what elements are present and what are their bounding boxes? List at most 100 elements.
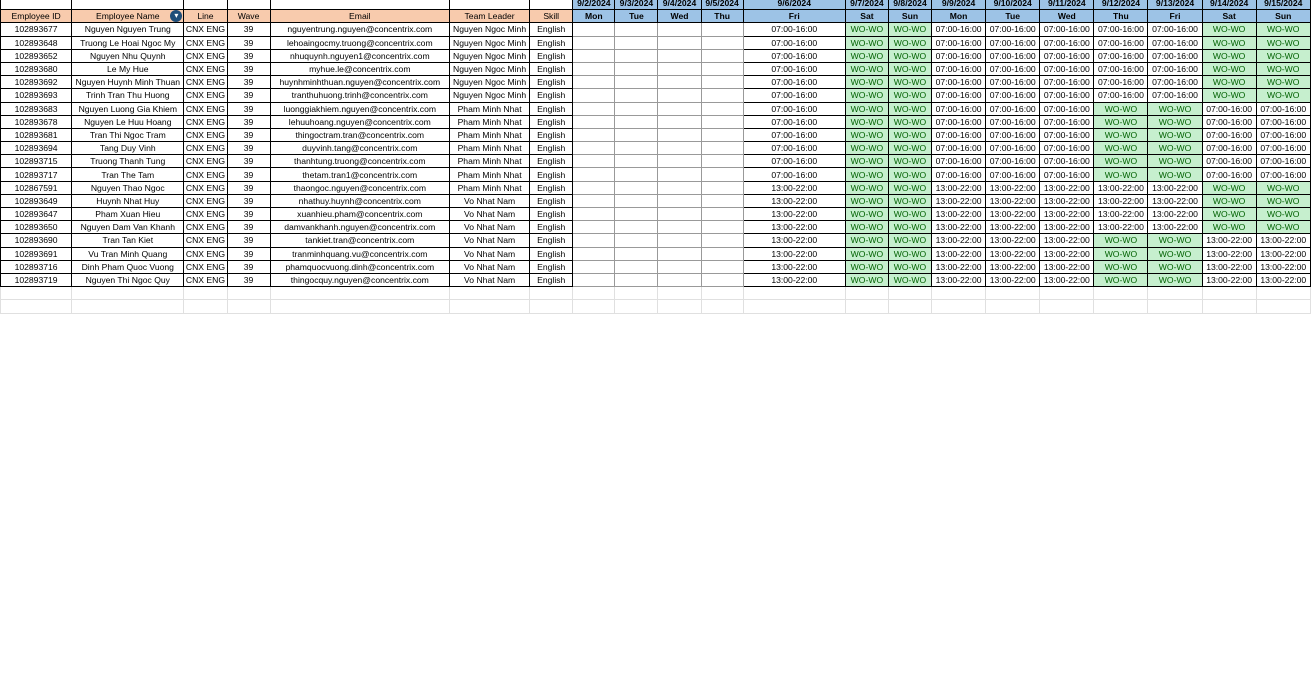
table-row[interactable]: 102893678 Nguyen Le Huu Hoang CNX ENG 39 leh… [0,114,1311,129]
team-leader-cell[interactable]: Vo Nhat Nam [448,259,531,274]
day-off-cell[interactable]: WO-WO [887,88,933,103]
employee-name-cell[interactable]: Tran Thi Ngoc Tram [71,127,185,143]
shift-cell[interactable] [657,272,702,288]
employee-name-cell[interactable]: Huynh Nhat Huy [71,193,185,209]
wave-cell[interactable]: 39 [226,154,271,169]
shift-cell[interactable] [700,272,744,288]
day-off-cell[interactable]: WO-WO [1201,22,1257,37]
shift-cell[interactable]: 13:00-22:00 [985,220,1041,235]
empty-cell[interactable] [1147,286,1203,301]
shift-cell[interactable]: 07:00-16:00 [931,88,987,103]
shift-cell[interactable] [657,127,702,143]
empty-cell[interactable] [931,286,987,301]
empty-cell[interactable] [1093,299,1149,314]
table-row[interactable]: 102893650 Nguyen Dam Van Khanh CNX ENG 39 da… [0,220,1311,235]
day-off-cell[interactable]: WO-WO [1093,127,1149,143]
shift-cell[interactable]: 07:00-16:00 [1147,48,1203,63]
skill-cell[interactable]: English [529,233,574,248]
shift-cell[interactable]: 13:00-22:00 [931,259,987,274]
blank-header-cell[interactable] [448,0,531,11]
line-cell[interactable]: CNX ENG [183,22,228,37]
shift-cell[interactable]: 07:00-16:00 [1093,88,1149,103]
team-leader-cell[interactable]: Vo Nhat Nam [448,233,531,248]
empty-cell[interactable] [700,286,744,301]
weekday-cell[interactable]: Tue [985,9,1041,24]
shift-cell[interactable] [614,259,659,274]
shift-cell[interactable] [614,272,659,288]
shift-cell[interactable]: 07:00-16:00 [931,61,987,77]
shift-cell[interactable]: 07:00-16:00 [742,22,846,37]
day-off-cell[interactable]: WO-WO [844,154,889,169]
shift-cell[interactable] [700,246,744,261]
shift-cell[interactable]: 07:00-16:00 [1039,141,1095,156]
day-off-cell[interactable]: WO-WO [1147,246,1203,261]
wave-cell[interactable]: 39 [226,220,271,235]
shift-cell[interactable]: 13:00-22:00 [985,246,1041,261]
team-leader-cell[interactable]: Pham Minh Nhat [448,167,531,182]
employee-id-cell[interactable]: 102893647 [0,206,73,222]
shift-cell[interactable]: 07:00-16:00 [1255,101,1311,116]
shift-cell[interactable] [657,48,702,63]
skill-cell[interactable]: English [529,75,574,90]
skill-cell[interactable]: English [529,22,574,37]
wave-cell[interactable]: 39 [226,206,271,222]
weekday-cell[interactable]: Sun [887,9,933,24]
shift-cell[interactable] [614,127,659,143]
employee-name-cell[interactable]: Tran Tan Kiet [71,233,185,248]
shift-cell[interactable]: 07:00-16:00 [1093,48,1149,63]
header-team-leader[interactable]: Team Leader [448,9,531,24]
day-off-cell[interactable]: WO-WO [1255,35,1311,50]
empty-cell[interactable] [614,299,659,314]
email-cell[interactable]: phamquocvuong.dinh@concentrix.com [269,259,451,274]
shift-cell[interactable]: 07:00-16:00 [1201,154,1257,169]
weekday-cell[interactable]: Sat [844,9,889,24]
skill-cell[interactable]: English [529,272,574,288]
employee-name-cell[interactable]: Nguyen Nhu Quynh [71,48,185,63]
shift-cell[interactable]: 07:00-16:00 [931,101,987,116]
team-leader-cell[interactable]: Nguyen Ngoc Minh [448,88,531,103]
shift-cell[interactable] [700,193,744,209]
employee-name-cell[interactable]: Nguyen Thao Ngoc [71,180,185,195]
shift-cell[interactable]: 13:00-22:00 [1093,220,1149,235]
day-off-cell[interactable]: WO-WO [887,48,933,63]
wave-cell[interactable]: 39 [226,127,271,143]
table-row[interactable]: 102893681 Tran Thi Ngoc Tram CNX ENG 39 thin… [0,127,1311,143]
empty-cell[interactable] [742,286,846,301]
team-leader-cell[interactable]: Pham Minh Nhat [448,101,531,116]
table-row[interactable]: 102893652 Nguyen Nhu Quynh CNX ENG 39 nhuquy… [0,48,1311,63]
blank-header-cell[interactable] [0,0,73,11]
shift-cell[interactable] [657,193,702,209]
shift-cell[interactable]: 07:00-16:00 [1039,75,1095,90]
shift-cell[interactable]: 07:00-16:00 [931,141,987,156]
date-cell[interactable]: 9/14/2024 [1201,0,1257,11]
shift-cell[interactable]: 07:00-16:00 [1201,127,1257,143]
weekday-cell[interactable]: Sat [1201,9,1257,24]
shift-cell[interactable]: 07:00-16:00 [931,35,987,50]
day-off-cell[interactable]: WO-WO [1255,193,1311,209]
shift-cell[interactable] [572,220,616,235]
shift-cell[interactable]: 07:00-16:00 [985,61,1041,77]
shift-cell[interactable] [700,88,744,103]
empty-cell[interactable] [183,286,228,301]
wave-cell[interactable]: 39 [226,193,271,209]
shift-cell[interactable] [657,61,702,77]
shift-cell[interactable]: 07:00-16:00 [1201,167,1257,182]
employee-name-cell[interactable]: Nguyen Thi Ngoc Quy [71,272,185,288]
line-cell[interactable]: CNX ENG [183,75,228,90]
email-cell[interactable]: lehoaingocmy.truong@concentrix.com [269,35,451,50]
shift-cell[interactable]: 13:00-22:00 [1039,272,1095,288]
empty-cell[interactable] [183,299,228,314]
skill-cell[interactable]: English [529,127,574,143]
day-off-cell[interactable]: WO-WO [1255,61,1311,77]
employee-name-cell[interactable]: Vu Tran Minh Quang [71,246,185,261]
employee-id-cell[interactable]: 102893650 [0,220,73,235]
day-off-cell[interactable]: WO-WO [844,206,889,222]
header-skill[interactable]: Skill [529,9,574,24]
day-off-cell[interactable]: WO-WO [1201,206,1257,222]
day-off-cell[interactable]: WO-WO [1093,101,1149,116]
day-off-cell[interactable]: WO-WO [1255,180,1311,195]
shift-cell[interactable]: 13:00-22:00 [931,233,987,248]
weekday-cell[interactable]: Mon [931,9,987,24]
blank-header-cell[interactable] [269,0,451,11]
shift-cell[interactable]: 07:00-16:00 [985,141,1041,156]
